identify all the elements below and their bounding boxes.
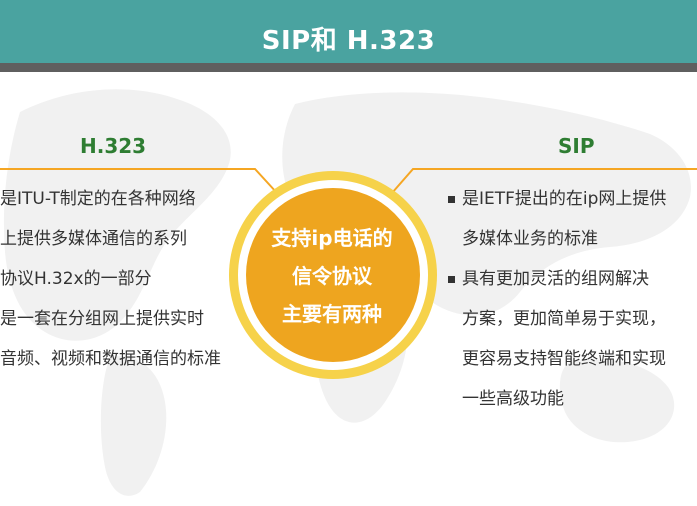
square-bullet-icon xyxy=(448,276,455,283)
h323-line: 协议H.32x的一部分 xyxy=(0,269,152,289)
center-text-line: 支持ip电话的 xyxy=(271,226,393,250)
center-text-line: 信令协议 xyxy=(292,264,372,288)
h323-heading: H.323 xyxy=(80,134,147,158)
sip-line: 具有更加灵活的组网解决 xyxy=(462,269,649,289)
h323-line: 是ITU-T制定的在各种网络 xyxy=(0,189,196,209)
h323-line: 音频、视频和数据通信的标准 xyxy=(0,349,221,369)
sip-heading: SIP xyxy=(558,134,595,158)
sip-line: 方案，更加简单易于实现， xyxy=(462,309,666,329)
sip-line: 是IETF提出的在ip网上提供 xyxy=(462,189,667,209)
center-text-line: 主要有两种 xyxy=(282,302,382,326)
sip-line: 多媒体业务的标准 xyxy=(462,229,598,249)
h323-line: 是一套在分组网上提供实时 xyxy=(0,309,204,329)
sip-line: 更容易支持智能终端和实现 xyxy=(462,349,666,369)
h323-line: 上提供多媒体通信的系列 xyxy=(0,229,187,249)
square-bullet-icon xyxy=(448,196,455,203)
sip-line: 一些高级功能 xyxy=(462,389,564,409)
slide: SIP和 H.323 H.323 SIP 是ITU-T制定的在各种网络 上提供多… xyxy=(0,0,697,506)
